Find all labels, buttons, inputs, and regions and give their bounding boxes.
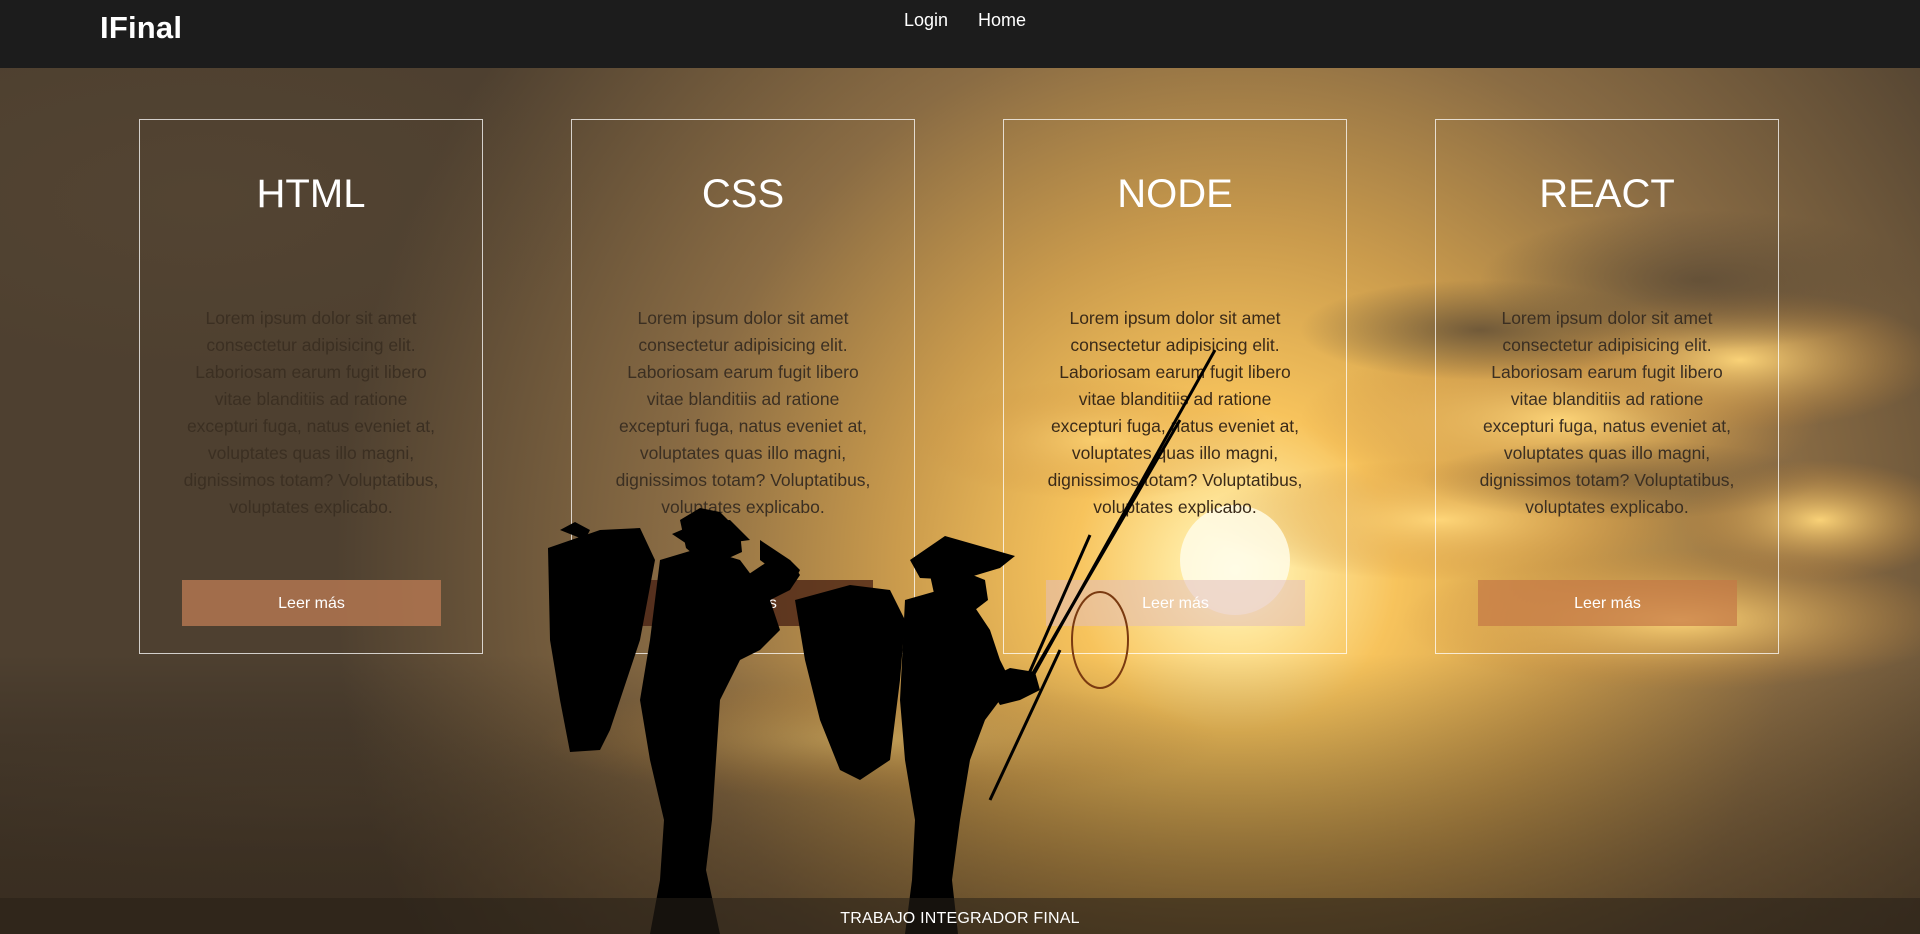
footer-text: TRABAJO INTEGRADOR FINAL <box>840 910 1080 927</box>
navbar: IFinal Login Home <box>0 0 1920 68</box>
nav-links: Login Home <box>904 10 1026 31</box>
read-more-button[interactable]: Leer más <box>1046 580 1305 626</box>
card-text: Lorem ipsum dolor sit amet consectetur a… <box>1047 308 1303 517</box>
card-title: REACT <box>1539 172 1675 216</box>
card-title: NODE <box>1117 172 1233 216</box>
read-more-button[interactable]: Leer más <box>182 580 441 626</box>
card-text: Lorem ipsum dolor sit amet consectetur a… <box>183 308 439 517</box>
read-more-button[interactable]: Leer más <box>614 580 873 626</box>
card-css: CSS Lorem ipsum dolor sit amet consectet… <box>571 119 915 654</box>
read-more-button[interactable]: Leer más <box>1478 580 1737 626</box>
page: IFinal Login Home HTML Lorem ipsum dolor… <box>0 0 1920 934</box>
card-html: HTML Lorem ipsum dolor sit amet consecte… <box>139 119 483 654</box>
nav-link-home[interactable]: Home <box>978 10 1026 31</box>
card-node: NODE Lorem ipsum dolor sit amet consecte… <box>1003 119 1347 654</box>
nav-link-login[interactable]: Login <box>904 10 948 31</box>
card-title: CSS <box>701 172 785 216</box>
card-react: REACT Lorem ipsum dolor sit amet consect… <box>1435 119 1779 654</box>
brand-logo[interactable]: IFinal <box>100 10 182 46</box>
card-title: HTML <box>256 172 366 216</box>
card-text: Lorem ipsum dolor sit amet consectetur a… <box>615 308 871 517</box>
card-text: Lorem ipsum dolor sit amet consectetur a… <box>1479 308 1735 517</box>
footer: TRABAJO INTEGRADOR FINAL <box>0 898 1920 934</box>
